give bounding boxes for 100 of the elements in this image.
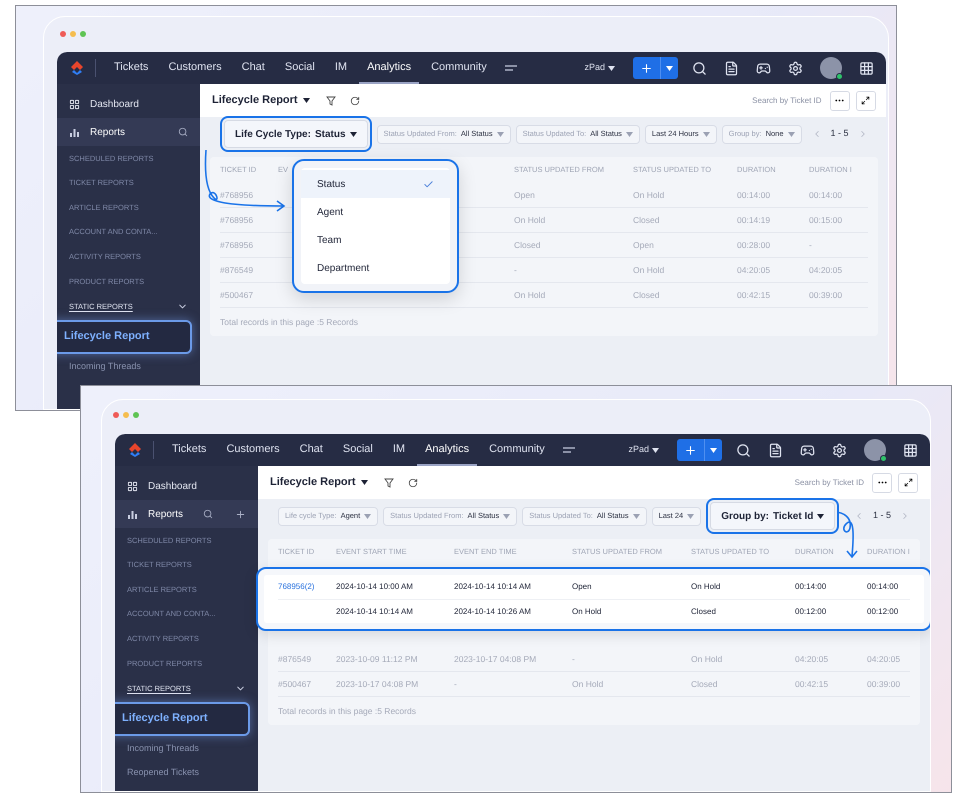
caret-icon <box>364 514 372 518</box>
table-cell-text: #876549 <box>278 652 312 666</box>
workspace-selector[interactable]: zPad <box>584 61 615 75</box>
nav-tab[interactable]: IM <box>326 52 356 84</box>
add-icon[interactable] <box>235 508 246 520</box>
table-cell-text: 00:42:15 <box>795 678 830 690</box>
report-item[interactable]: Incoming Threads <box>115 738 258 760</box>
gamepad-icon[interactable] <box>800 442 815 458</box>
menu-icon[interactable] <box>504 65 517 71</box>
table-cell-text: 04:20:05 <box>867 652 902 666</box>
check-icon <box>423 178 434 190</box>
report-title-dropdown[interactable]: Lifecycle Report <box>270 474 368 491</box>
apps-grid-icon[interactable] <box>859 60 874 76</box>
caret-icon <box>710 448 717 452</box>
table-cell-text: 2024-10-14 10:26 AM <box>454 606 532 618</box>
dropdown-option[interactable]: Team <box>301 226 450 254</box>
caret-icon <box>350 132 357 136</box>
table-cell-text: 00:12:00 <box>795 606 828 618</box>
nav-tab[interactable]: Chat <box>292 434 331 466</box>
menu-icon[interactable] <box>562 447 575 453</box>
table-cell-text: #876549 <box>220 264 254 276</box>
settings-icon[interactable] <box>788 60 803 76</box>
caret-icon <box>817 514 824 518</box>
nav-tab[interactable]: Social <box>334 434 381 466</box>
table-cell-text: 2024-10-14 10:14 AM <box>454 581 532 593</box>
nav-tab[interactable]: Community <box>423 52 495 84</box>
new-button[interactable] <box>633 57 678 79</box>
search-icon[interactable] <box>178 127 188 137</box>
table-cell-text: 00:39:00 <box>809 288 844 302</box>
expand-icon <box>861 96 870 105</box>
pagination-range: 1 - 5 <box>830 127 849 140</box>
avatar[interactable] <box>820 57 842 79</box>
refresh-icon[interactable] <box>408 478 418 488</box>
table-cell-text: 04:20:05 <box>795 652 830 666</box>
report-item[interactable]: Incoming Threads <box>57 356 200 378</box>
highlighted-report-item[interactable]: Lifecycle Report <box>115 702 250 736</box>
table-cell-text: - <box>514 264 518 276</box>
workspace-selector[interactable]: zPad <box>628 443 659 457</box>
search-icon[interactable] <box>736 442 751 458</box>
table-cell-text: On Hold <box>572 606 602 618</box>
table-cell-text: - <box>809 238 813 252</box>
report-item[interactable]: Reopened Tickets <box>115 762 258 784</box>
table-cell-text: #500467 <box>220 288 254 302</box>
sidebar-item[interactable]: Reports <box>115 500 258 528</box>
nav-tab[interactable]: Tickets <box>164 434 214 466</box>
notes-icon[interactable] <box>724 60 739 76</box>
table-cell-text: On Hold <box>691 581 722 593</box>
highlighted-report-item[interactable]: Lifecycle Report <box>57 320 192 354</box>
table-cell-text: 2024-10-14 10:00 AM <box>336 581 414 593</box>
caret-icon <box>360 480 368 485</box>
apps-grid-icon[interactable] <box>903 442 918 458</box>
table-cell-text: 00:39:00 <box>867 678 902 690</box>
table-cell-text: 00:12:00 <box>867 606 900 618</box>
bar-chart-icon <box>127 508 138 520</box>
plus-icon <box>640 62 653 74</box>
refresh-icon[interactable] <box>350 96 360 106</box>
nav-tab[interactable]: Community <box>481 434 553 466</box>
new-button[interactable] <box>677 439 722 461</box>
caret-icon <box>632 514 640 518</box>
expand-button[interactable] <box>856 90 876 110</box>
search-field[interactable]: Search by Ticket ID <box>722 94 822 106</box>
nav-tab[interactable]: IM <box>384 434 414 466</box>
pagination-range: 1 - 5 <box>872 509 891 522</box>
ticket-link[interactable]: 768956(2) <box>278 581 336 593</box>
report-title-dropdown[interactable]: Lifecycle Report <box>212 92 310 109</box>
sidebar-item[interactable]: Dashboard <box>115 472 258 500</box>
caret-icon <box>788 132 794 136</box>
notes-icon[interactable] <box>768 442 783 458</box>
sidebar-item[interactable]: Reports <box>57 118 200 146</box>
table-cell-text: #768956 <box>220 214 254 226</box>
caret-icon <box>496 132 504 136</box>
dropdown-option[interactable]: Status <box>301 170 450 198</box>
dropdown-option[interactable]: Agent <box>301 198 450 226</box>
table-cell-text: Closed <box>691 678 718 690</box>
nav-tab[interactable]: Social <box>276 52 323 84</box>
nav-tab[interactable]: Tickets <box>106 52 156 84</box>
nav-tab[interactable]: Customers <box>160 52 230 84</box>
filter-icon[interactable] <box>326 96 336 106</box>
dropdown-option[interactable]: Department <box>301 254 450 282</box>
settings-icon[interactable] <box>832 442 847 458</box>
table-cell-text: Closed <box>633 288 660 302</box>
nav-tab[interactable]: Customers <box>218 434 288 466</box>
nav-tab[interactable]: Chat <box>234 52 273 84</box>
search-field[interactable]: Search by Ticket ID <box>764 476 864 488</box>
table-cell-text: On Hold <box>514 288 546 302</box>
filter-icon[interactable] <box>384 478 394 488</box>
search-icon[interactable] <box>203 509 213 519</box>
search-icon[interactable] <box>692 60 707 76</box>
table-cell-text: 04:20:05 <box>809 264 844 276</box>
avatar[interactable] <box>864 439 886 461</box>
table-cell-text: Open <box>514 188 536 202</box>
caret-icon <box>652 448 659 452</box>
table-cell-text: Closed <box>691 606 717 618</box>
table-cell-text: 00:14:00 <box>867 581 900 593</box>
expand-button[interactable] <box>898 472 918 492</box>
caret-icon <box>626 132 633 136</box>
sidebar-item[interactable]: Dashboard <box>57 90 200 118</box>
table-cell-text: 00:15:00 <box>809 214 844 226</box>
caret-icon <box>666 66 673 70</box>
gamepad-icon[interactable] <box>756 60 771 76</box>
